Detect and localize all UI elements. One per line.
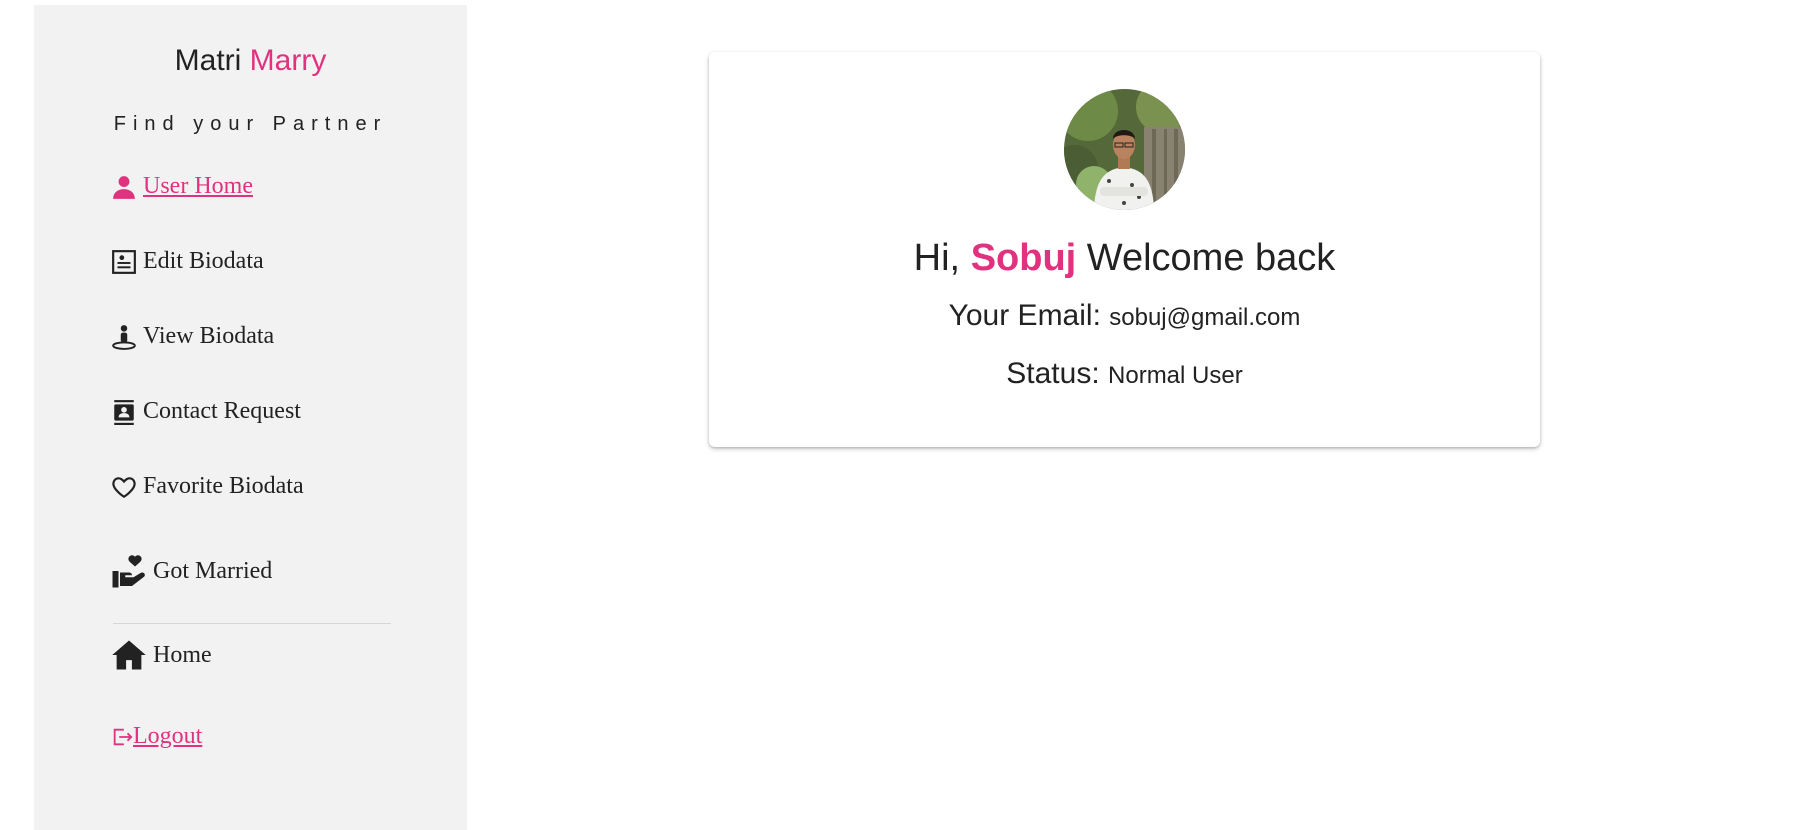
home-icon bbox=[111, 639, 147, 671]
sidebar-item-user-home[interactable]: User Home bbox=[111, 173, 253, 200]
logout-label: Logout bbox=[133, 723, 203, 749]
greeting-suffix: Welcome back bbox=[1086, 237, 1336, 279]
brand-name-part1: Matri bbox=[174, 44, 242, 77]
welcome-heading: Hi, Sobuj Welcome back bbox=[709, 235, 1540, 281]
person-pin-icon bbox=[111, 324, 137, 350]
sidebar-divider bbox=[113, 623, 391, 624]
sidebar-item-contact-request[interactable]: Contact Request bbox=[111, 398, 301, 425]
sidebar-item-label: User Home bbox=[143, 173, 253, 199]
sidebar-item-label: Got Married bbox=[153, 557, 273, 584]
brand-name-part2: Marry bbox=[249, 44, 327, 77]
contact-book-icon bbox=[111, 399, 137, 425]
id-card-icon bbox=[111, 249, 137, 275]
sidebar-item-label: Contact Request bbox=[143, 398, 301, 424]
status-value: Normal User bbox=[1108, 362, 1243, 389]
hand-heart-icon bbox=[111, 553, 147, 589]
sidebar-item-got-married[interactable]: Got Married bbox=[111, 553, 272, 589]
brand-tagline: Find your Partner bbox=[113, 113, 388, 135]
status-label: Status: bbox=[1006, 357, 1100, 390]
logout-icon bbox=[111, 726, 133, 748]
sidebar-item-view-biodata[interactable]: View Biodata bbox=[111, 323, 274, 350]
sidebar: Matri Marry Find your Partner User Home … bbox=[34, 5, 467, 830]
logout-button[interactable]: Logout bbox=[111, 723, 202, 750]
greeting-prefix: Hi, bbox=[913, 237, 961, 279]
email-label: Your Email: bbox=[948, 299, 1101, 332]
user-name: Sobuj bbox=[970, 237, 1077, 279]
status-row: Status: Normal User bbox=[709, 356, 1540, 394]
profile-card: Hi, Sobuj Welcome back Your Email: sobuj… bbox=[709, 52, 1540, 447]
sidebar-item-edit-biodata[interactable]: Edit Biodata bbox=[111, 248, 264, 275]
sidebar-item-label: Edit Biodata bbox=[143, 248, 264, 274]
sidebar-item-label: Home bbox=[153, 641, 212, 668]
brand-logo[interactable]: Matri Marry bbox=[34, 43, 467, 79]
email-value: sobuj@gmail.com bbox=[1109, 304, 1301, 331]
sidebar-item-favorite-biodata[interactable]: Favorite Biodata bbox=[111, 473, 304, 500]
avatar bbox=[1064, 89, 1185, 210]
sidebar-item-label: Favorite Biodata bbox=[143, 473, 304, 499]
heart-outline-icon bbox=[111, 474, 137, 500]
user-icon bbox=[111, 174, 137, 200]
sidebar-item-home[interactable]: Home bbox=[111, 639, 212, 671]
sidebar-item-label: View Biodata bbox=[143, 323, 275, 349]
email-row: Your Email: sobuj@gmail.com bbox=[709, 298, 1540, 336]
